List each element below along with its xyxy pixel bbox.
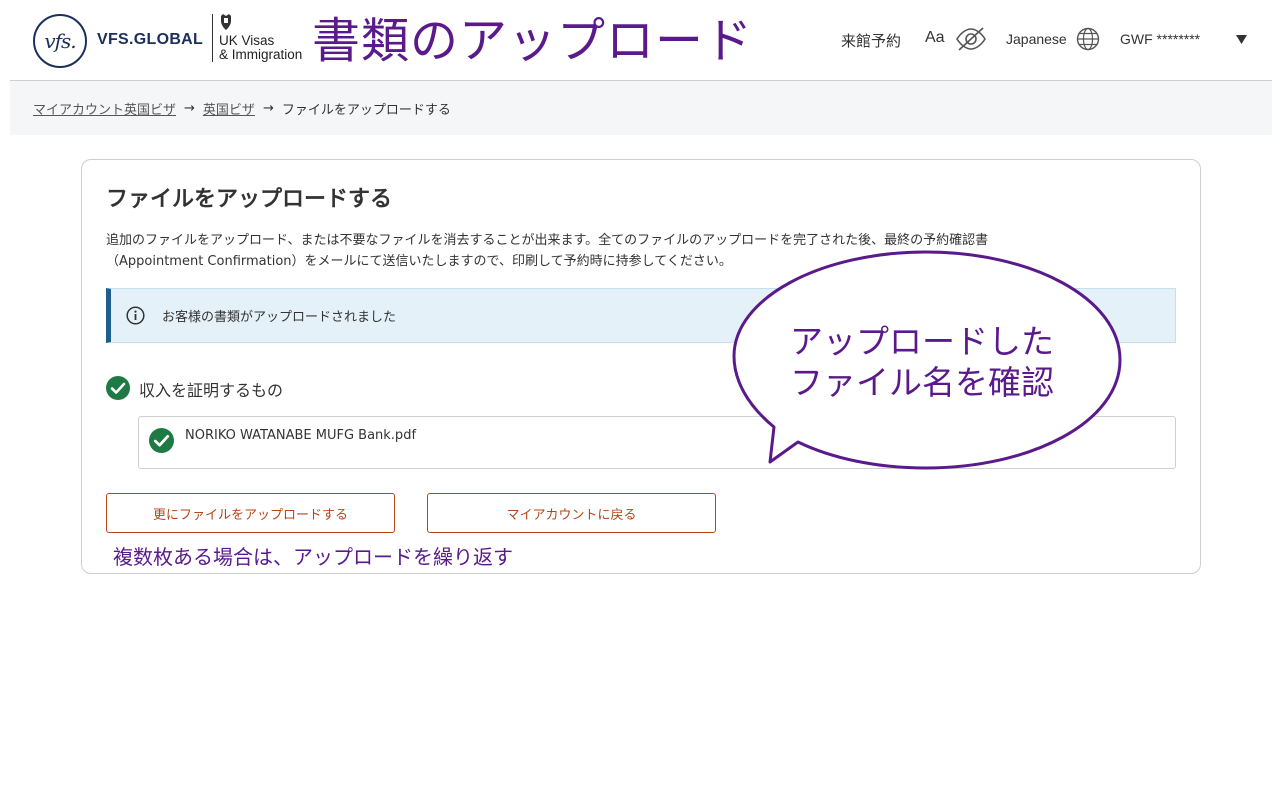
user-account-menu[interactable]: GWF ********: [1120, 31, 1200, 47]
breadcrumb-current: ファイルをアップロードする: [281, 103, 451, 118]
logo-divider: [212, 14, 213, 62]
callout-line-1: アップロードした: [790, 322, 1054, 361]
nav-reserve-link[interactable]: 来館予約: [841, 30, 901, 51]
eye-slash-icon[interactable]: [954, 25, 988, 53]
check-circle-icon: [106, 376, 130, 400]
callout-text: アップロードした ファイル名を確認: [790, 321, 1054, 403]
font-size-toggle[interactable]: Aa: [925, 29, 945, 47]
breadcrumb-separator: →: [262, 101, 274, 116]
check-circle-icon: [149, 428, 174, 453]
vfs-brand-name: VFS.GLOBAL: [97, 31, 204, 48]
caret-down-icon[interactable]: [1236, 35, 1247, 44]
document-category-label: 収入を証明するもの: [139, 381, 284, 400]
breadcrumb: マイアカウント英国ビザ → 英国ビザ → ファイルをアップロードする: [33, 99, 451, 118]
uploaded-file-name: NORIKO WATANABE MUFG Bank.pdf: [185, 428, 417, 443]
back-to-account-button[interactable]: マイアカウントに戻る: [427, 493, 716, 533]
repeat-upload-annotation: 複数枚ある場合は、アップロードを繰り返す: [113, 545, 513, 569]
globe-icon[interactable]: [1076, 27, 1100, 51]
breadcrumb-my-account[interactable]: マイアカウント英国ビザ: [33, 99, 176, 118]
page-heading-annotation: 書類のアップロード: [312, 13, 754, 69]
ukvi-logo-text: UK Visas & Immigration: [219, 34, 302, 62]
alert-message: お客様の書類がアップロードされました: [162, 310, 397, 325]
breadcrumb-uk-visa[interactable]: 英国ビザ: [203, 99, 255, 118]
vfs-logo-icon[interactable]: vfs.: [33, 14, 87, 68]
info-icon: [126, 306, 145, 325]
language-selector[interactable]: Japanese: [1006, 31, 1067, 47]
ukvi-line-2: & Immigration: [219, 47, 303, 62]
upload-more-button[interactable]: 更にファイルをアップロードする: [106, 493, 395, 533]
breadcrumb-separator: →: [184, 101, 195, 116]
site-header: vfs. VFS.GLOBAL UK Visas & Immigration 書…: [0, 0, 1280, 80]
card-title: ファイルをアップロードする: [106, 187, 393, 212]
callout-line-2: ファイル名を確認: [790, 363, 1054, 402]
ukvi-line-1: UK Visas: [219, 33, 275, 48]
crest-icon: [221, 14, 231, 30]
